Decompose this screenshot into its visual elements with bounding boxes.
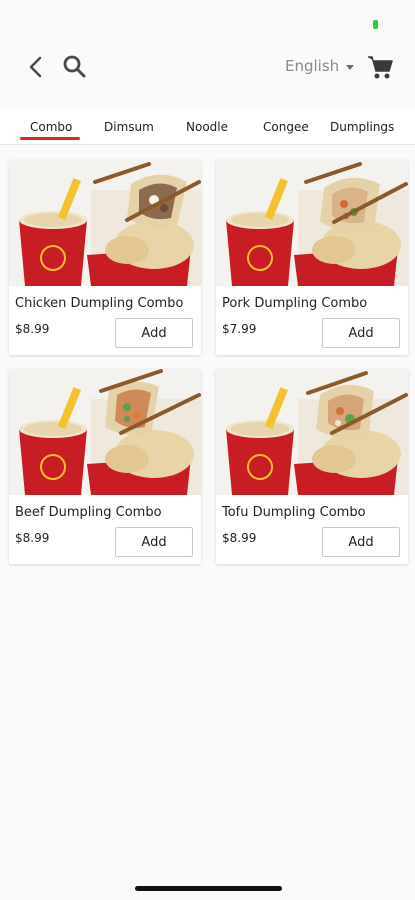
- product-name: Pork Dumpling Combo: [222, 296, 368, 311]
- product-name: Beef Dumpling Combo: [15, 505, 162, 520]
- search-icon[interactable]: [60, 52, 90, 82]
- product-card[interactable]: Chicken Dumpling Combo $8.99 Add: [9, 160, 201, 355]
- cart-icon[interactable]: [366, 52, 394, 82]
- tab-dumplings[interactable]: Dumplings: [330, 120, 394, 134]
- home-indicator[interactable]: [135, 886, 282, 891]
- add-button[interactable]: Add: [322, 527, 400, 557]
- add-button[interactable]: Add: [322, 318, 400, 348]
- status-indicator: [373, 20, 378, 29]
- back-icon[interactable]: [22, 52, 50, 82]
- product-card[interactable]: Beef Dumpling Combo $8.99 Add: [9, 369, 201, 564]
- product-price: $8.99: [222, 531, 257, 545]
- language-selector[interactable]: English: [285, 57, 339, 75]
- product-image: [9, 369, 201, 495]
- product-price: $8.99: [15, 531, 50, 545]
- product-image: [216, 369, 408, 495]
- product-image: [9, 160, 201, 286]
- tab-noodle[interactable]: Noodle: [186, 120, 228, 134]
- product-name: Chicken Dumpling Combo: [15, 296, 184, 311]
- tab-dimsum[interactable]: Dimsum: [104, 120, 154, 134]
- product-image: [216, 160, 408, 286]
- add-button[interactable]: Add: [115, 318, 193, 348]
- product-card[interactable]: Tofu Dumpling Combo $8.99 Add: [216, 369, 408, 564]
- active-tab-indicator: [20, 137, 80, 140]
- tab-combo[interactable]: Combo: [30, 120, 72, 134]
- product-name: Tofu Dumpling Combo: [222, 505, 366, 520]
- product-card[interactable]: Pork Dumpling Combo $7.99 Add: [216, 160, 408, 355]
- product-price: $8.99: [15, 322, 50, 336]
- product-price: $7.99: [222, 322, 257, 336]
- caret-down-icon[interactable]: [345, 62, 355, 72]
- top-bar: English: [0, 40, 415, 96]
- add-button[interactable]: Add: [115, 527, 193, 557]
- tab-congee[interactable]: Congee: [263, 120, 309, 134]
